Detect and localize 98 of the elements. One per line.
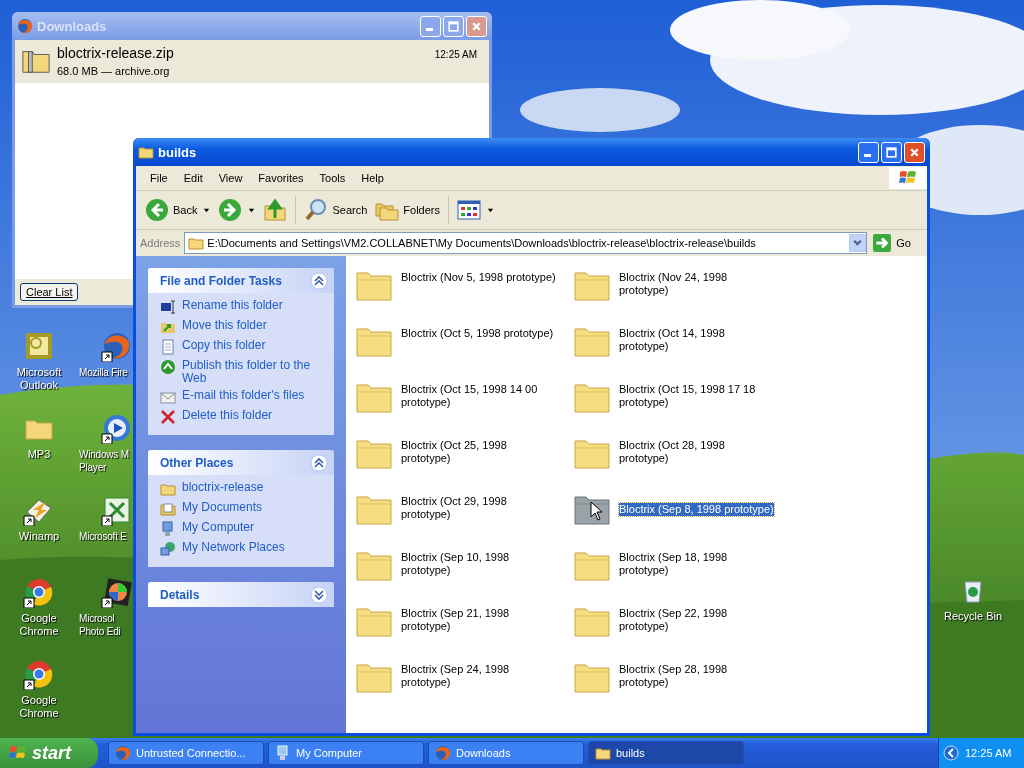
taskbar-button[interactable]: builds [588,741,744,765]
folder-name[interactable]: Bloctrix (Oct 25, 1998 prototype) [401,439,558,465]
minimize-icon [864,153,871,157]
minimize-button[interactable] [858,141,879,163]
search-button[interactable]: Search [301,194,371,226]
address-field[interactable]: E:\Documents and Settings\VM2.COLLABNET\My Documents\Downloads\bloctrix-release\bloctrix-release\builds [184,232,868,254]
menu-item[interactable]: View [210,172,251,184]
icon-label: Microsoft Outlook [15,366,63,392]
caret-icon [203,206,211,214]
folder-name[interactable]: Bloctrix (Sep 21, 1998 prototype) [401,607,558,633]
icon-label: Microsol Photo Edi [78,612,121,638]
back-button[interactable]: Back [142,194,214,226]
copy-icon [160,339,176,355]
task-link[interactable]: Delete this folder [182,409,273,422]
maximize-icon [885,145,898,159]
email-icon [160,389,176,405]
clear-list-button[interactable]: Clear List [20,283,79,301]
folder-name[interactable]: Bloctrix (Oct 15, 1998 17 18 prototype) [619,383,776,409]
folder-name[interactable]: Bloctrix (Sep 24, 1998 prototype) [401,663,558,689]
folder-name[interactable]: Bloctrix (Oct 14, 1998 prototype) [619,327,776,353]
task-link[interactable]: Publish this folder to the Web [182,359,326,385]
rename-icon [160,299,176,315]
folders-button[interactable]: Folders [372,194,443,226]
file-details: 68.0 MB — archive.org [57,65,171,77]
folder-name[interactable]: Bloctrix (Oct 15, 1998 14 00 prototype) [401,383,558,409]
chevron-down-icon [852,237,864,249]
menu-item[interactable]: Help [353,172,392,184]
window-title: builds [158,144,198,160]
taskbar-button[interactable]: Downloads [428,741,584,765]
chevron-icon[interactable] [310,271,328,290]
file-name: bloctrix-release.zip [57,45,175,61]
task-link[interactable]: bloctrix-release [182,481,264,494]
panel-header[interactable]: File and Folder Tasks [148,268,334,293]
computer-icon [160,521,176,537]
clock: 12:25 AM [965,747,1012,759]
menu-item[interactable]: Favorites [250,172,312,184]
task-link[interactable]: E-mail this folder's files [182,389,305,402]
go-arrow-icon [873,234,892,252]
documents-icon [160,501,176,517]
folder-name[interactable]: Bloctrix (Oct 28, 1998 prototype) [619,439,776,465]
menu-item[interactable]: File [142,172,176,184]
minimize-icon [426,27,433,31]
task-link[interactable]: My Computer [182,521,255,534]
address-label: Address [140,237,181,249]
folder-icon [595,745,611,761]
media-icon[interactable] [101,412,133,444]
task-link[interactable]: My Documents [182,501,263,514]
maximize-icon [447,19,460,33]
panel-header[interactable]: Details [148,582,334,607]
folder-name[interactable]: Bloctrix (Nov 24, 1998 prototype) [619,271,776,297]
icon-label: Google Chrome [18,612,60,638]
icon-label: MP3 [27,448,51,461]
network-icon [160,541,176,557]
up-folder-icon [263,198,288,222]
folder-name[interactable]: Bloctrix (Sep 28, 1998 prototype) [619,663,776,689]
icon-label: Recycle Bin [943,610,1003,623]
download-item[interactable]: bloctrix-release.zip 68.0 MB — archive.org 12:25 AM [15,40,489,83]
taskbar-button[interactable]: Untrusted Connectio... [108,741,264,765]
folder-name[interactable]: Bloctrix (Nov 5, 1998 prototype) [401,271,558,284]
publish-icon [160,359,176,375]
computer-icon [275,745,291,761]
icon-label: Windows M Player [78,448,129,474]
folder-icon [138,144,154,160]
task-link[interactable]: Copy this folder [182,339,266,352]
panel-header[interactable]: Other Places [148,450,334,475]
icon-label: Mozilla Fire [78,366,128,379]
download-time: 12:25 AM [434,49,477,60]
task-link[interactable]: Move this folder [182,319,267,332]
folder-name[interactable]: Bloctrix (Sep 22, 1998 prototype) [619,607,776,633]
go-button[interactable]: Go [871,234,923,252]
folder-name[interactable]: Bloctrix (Sep 18, 1998 prototype) [619,551,776,577]
search-icon [304,198,329,222]
icon-label: Winamp [18,530,60,543]
menu-item[interactable]: Tools [311,172,354,184]
folder-icon [188,235,205,251]
folder-icon [160,481,176,497]
folder-name[interactable]: Bloctrix (Sep 10, 1998 prototype) [401,551,558,577]
maximize-button[interactable] [881,141,902,163]
chevron-icon[interactable] [310,585,328,604]
dropdown-button[interactable] [849,234,867,252]
task-link[interactable]: My Network Places [182,541,285,554]
icon-label: Microsoft E [78,530,127,543]
chevron-left-icon[interactable] [943,745,959,761]
icon-label: Google Chrome [18,694,60,720]
menu-item[interactable]: Edit [175,172,211,184]
window-title: Downloads [37,18,108,34]
task-link[interactable]: Rename this folder [182,299,283,312]
views-grid-icon [457,198,481,222]
caret-icon [487,206,494,214]
chevron-icon[interactable] [310,453,328,472]
mouse-pointer-icon [590,501,602,521]
folder-name[interactable]: Bloctrix (Sep 8, 1998 prototype) [619,502,774,516]
caret-icon [248,206,256,214]
folder-name[interactable]: Bloctrix (Oct 5, 1998 prototype) [401,327,558,340]
close-button[interactable] [904,141,925,163]
folder-name[interactable]: Bloctrix (Oct 29, 1998 prototype) [401,495,558,521]
delete-icon [160,409,176,425]
taskbar-button[interactable]: My Computer [268,741,424,765]
